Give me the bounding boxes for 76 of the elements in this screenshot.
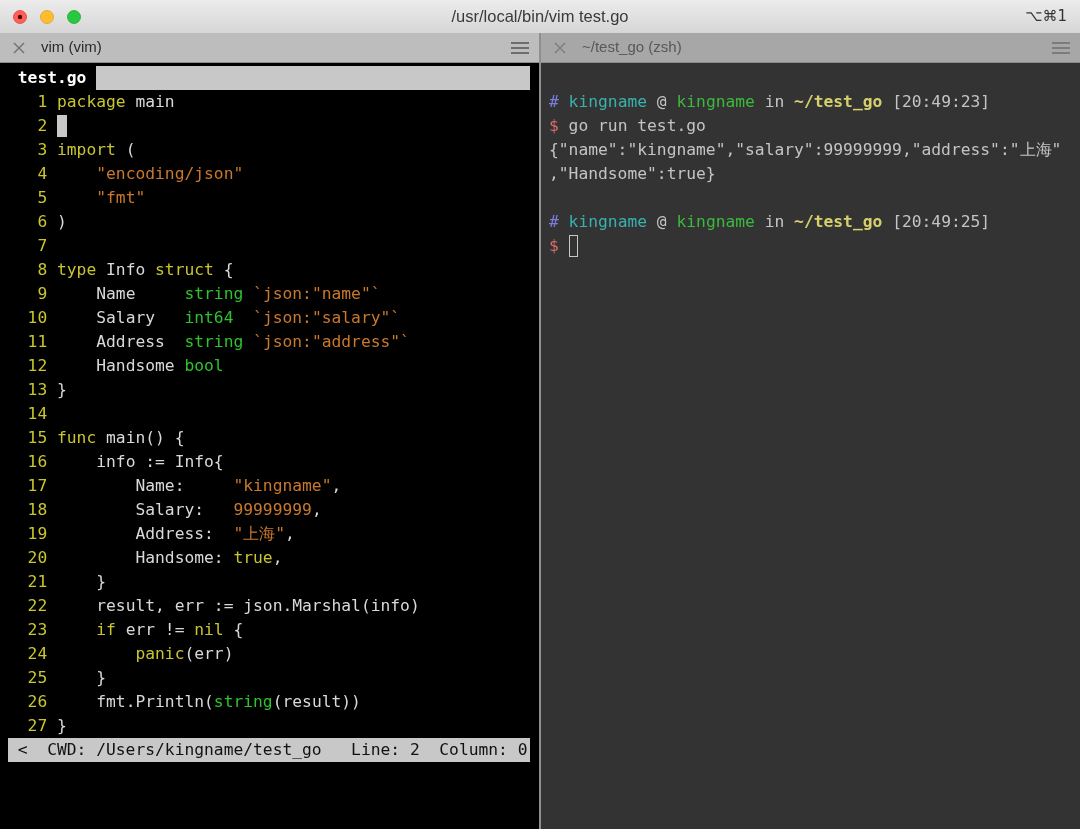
code-line: type Info struct { <box>57 259 234 281</box>
line-number: 23 <box>27 619 48 641</box>
line-number: 20 <box>27 547 48 569</box>
code-line: if err != nil { <box>96 619 244 641</box>
code-line: ) <box>57 211 67 233</box>
code-line: Address string `json:"address"` <box>96 331 410 353</box>
line-number: 4 <box>37 163 48 185</box>
line-number: 5 <box>37 187 48 209</box>
line-number: 9 <box>37 283 48 305</box>
minimize-window-icon[interactable] <box>40 9 54 24</box>
code-line: Name string `json:"name"` <box>96 283 381 305</box>
close-icon[interactable] <box>13 41 25 54</box>
maximize-window-icon[interactable] <box>67 9 81 24</box>
code-line: fmt.Println(string(result)) <box>96 691 361 713</box>
shortcut-label: ⌥⌘1 <box>1025 6 1067 28</box>
code-line: Handsome: true, <box>135 547 283 569</box>
code-line: result, err := json.Marshal(info) <box>96 595 420 617</box>
menu-icon[interactable] <box>1052 41 1070 54</box>
code-line: func main() { <box>57 427 185 449</box>
column-label: Column: 0 <box>439 739 528 761</box>
pane-title: vim (vim) <box>41 37 102 58</box>
close-icon[interactable] <box>554 41 566 54</box>
line-number: 8 <box>37 259 48 281</box>
code-line: Address: "上海", <box>135 523 295 545</box>
output-line: ,"Handsome":true} <box>549 163 716 185</box>
block-cursor-icon <box>568 235 579 257</box>
code-line: Name: "kingname", <box>135 475 342 497</box>
code-line: package main <box>57 91 175 113</box>
code-line: } <box>57 715 67 737</box>
line-number: 18 <box>27 499 48 521</box>
code-line: } <box>57 379 67 401</box>
line-number: 25 <box>27 667 48 689</box>
command-line: $ go run test.go <box>549 115 706 137</box>
code-line: import ( <box>57 139 136 161</box>
prompt-line: # kingname @ kingname in ~/test_go [20:49:25] <box>549 211 991 233</box>
line-number: 15 <box>27 427 48 449</box>
code-line: Salary: 99999999, <box>135 499 322 521</box>
code-line: } <box>96 667 107 689</box>
line-number: 26 <box>27 691 48 713</box>
line-number: 1 <box>37 91 48 113</box>
code-line: "fmt" <box>96 187 146 209</box>
code-line: "encoding/json" <box>96 163 244 185</box>
block-cursor-icon <box>57 115 67 137</box>
line-number: 17 <box>27 475 48 497</box>
line-number: 7 <box>37 235 48 257</box>
cwd-label: CWD: /Users/kingname/test_go <box>47 739 322 761</box>
code-line: Salary int64 `json:"salary"` <box>96 307 401 329</box>
line-number: 6 <box>37 211 48 233</box>
line-number: 10 <box>27 307 48 329</box>
prompt-line: # kingname @ kingname in ~/test_go [20:49:23] <box>549 91 991 113</box>
pane-title: ~/test_go (zsh) <box>582 37 682 58</box>
line-number: 14 <box>27 403 48 425</box>
line-number: 22 <box>27 595 48 617</box>
code-line: info := Info{ <box>96 451 224 473</box>
line-number: 13 <box>27 379 48 401</box>
line-number: 27 <box>27 715 48 737</box>
file-tab[interactable]: test.go <box>8 66 97 90</box>
line-number: 21 <box>27 571 48 593</box>
output-line: {"name":"kingname","salary":99999999,"address":"上海" <box>549 139 1062 161</box>
pane-title-bar[interactable]: vim (vim) <box>0 33 539 63</box>
code-line: panic(err) <box>135 643 234 665</box>
line-number: 16 <box>27 451 48 473</box>
line-label: Line: 2 <box>351 739 420 761</box>
close-window-icon[interactable] <box>13 9 27 24</box>
prompt-symbol: $ <box>549 235 559 257</box>
code-line: Handsome bool <box>96 355 224 377</box>
code-line: } <box>96 571 107 593</box>
line-number: 19 <box>27 523 48 545</box>
status-arrow: < <box>17 739 28 761</box>
line-number: 11 <box>27 331 48 353</box>
line-number: 2 <box>37 115 48 137</box>
window-title: /usr/local/bin/vim test.go <box>451 6 629 28</box>
line-number: 3 <box>37 139 48 161</box>
line-number: 12 <box>27 355 48 377</box>
menu-icon[interactable] <box>511 41 529 54</box>
line-number: 24 <box>27 643 48 665</box>
